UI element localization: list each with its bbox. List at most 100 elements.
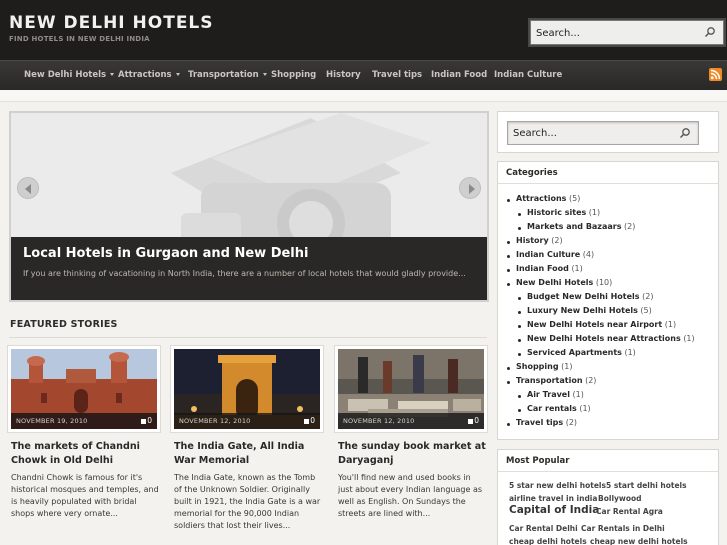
nav-item-transportation[interactable]: Transportation <box>188 61 267 91</box>
slider-prev-arrow[interactable] <box>17 177 39 199</box>
slide-title[interactable]: Local Hotels in Gurgaon and New Delhi <box>23 246 308 261</box>
featured-slider[interactable]: Local Hotels in Gurgaon and New Delhi If… <box>9 111 489 302</box>
story-title[interactable]: The India Gate, All India War Memorial <box>174 440 324 468</box>
chevron-left-icon <box>25 184 31 194</box>
bullet-icon <box>507 423 510 426</box>
story-card: NOVEMBER 12, 2010 0 The India Gate, All … <box>171 346 323 530</box>
category-item[interactable]: Markets and Bazaars (2) <box>527 222 635 231</box>
story-card: NOVEMBER 19, 2010 0 The markets of Chand… <box>8 346 160 518</box>
story-thumbnail[interactable]: NOVEMBER 19, 2010 0 <box>8 346 160 432</box>
story-title[interactable]: The markets of Chandni Chowk in Old Delh… <box>11 440 161 468</box>
site-title[interactable]: NEW DELHI HOTELS <box>9 13 214 33</box>
main-nav: New Delhi Hotels Attractions Transportat… <box>0 60 727 90</box>
story-date: NOVEMBER 12, 2010 <box>179 417 251 425</box>
story-excerpt: Chandni Chowk is famous for it's histori… <box>11 473 159 518</box>
rss-icon[interactable] <box>709 68 722 81</box>
bullet-icon <box>518 339 521 342</box>
search-icon[interactable] <box>679 127 691 139</box>
bullet-icon <box>507 381 510 384</box>
bullet-icon <box>507 269 510 272</box>
nav-item-indian-culture[interactable]: Indian Culture <box>494 61 562 91</box>
slide-excerpt: If you are thinking of vacationing in No… <box>23 269 466 278</box>
categories-widget: Categories Attractions (5) Historic sites… <box>497 161 719 440</box>
comment-count[interactable]: 0 <box>141 416 152 425</box>
bullet-icon <box>507 367 510 370</box>
categories-title: Categories <box>498 162 718 184</box>
category-item[interactable]: Indian Culture (4) <box>516 250 594 259</box>
chevron-down-icon <box>110 73 115 76</box>
story-meta-bar: NOVEMBER 12, 2010 0 <box>174 413 320 429</box>
sidebar-search-input[interactable] <box>507 121 699 145</box>
story-card: NOVEMBER 12, 2010 0 The sunday book mark… <box>335 346 487 518</box>
story-meta-bar: NOVEMBER 19, 2010 0 <box>11 413 157 429</box>
category-item[interactable]: Air Travel (1) <box>527 390 584 399</box>
site-tagline: FIND HOTELS IN NEW DELHI INDIA <box>9 35 150 43</box>
slide-caption: Local Hotels in Gurgaon and New Delhi If… <box>11 237 487 300</box>
nav-item-travel-tips[interactable]: Travel tips <box>372 61 422 91</box>
comment-icon <box>141 418 147 424</box>
popular-tag[interactable]: cheap new delhi hotels <box>590 537 688 545</box>
bullet-icon <box>518 227 521 230</box>
popular-tag[interactable]: Car Rental Agra <box>596 507 663 516</box>
category-item[interactable]: Transportation (2) <box>516 376 596 385</box>
category-item[interactable]: Travel tips (2) <box>516 418 577 427</box>
bullet-icon <box>507 199 510 202</box>
category-item[interactable]: Budget New Delhi Hotels (2) <box>527 292 653 301</box>
nav-item-shopping[interactable]: Shopping <box>271 61 316 91</box>
popular-tag[interactable]: airline travel in india <box>509 494 597 503</box>
category-item[interactable]: Shopping (1) <box>516 362 572 371</box>
nav-item-indian-food[interactable]: Indian Food <box>431 61 487 91</box>
popular-tag[interactable]: Car Rental Delhi <box>509 524 578 533</box>
story-title[interactable]: The sunday book market at Daryaganj <box>338 440 488 468</box>
comment-icon <box>468 418 474 424</box>
category-item[interactable]: Historic sites (1) <box>527 208 600 217</box>
bullet-icon <box>518 353 521 356</box>
popular-tag[interactable]: 5 start delhi hotels <box>606 481 687 490</box>
popular-tag[interactable]: cheap delhi hotels <box>509 537 587 545</box>
category-item[interactable]: New Delhi Hotels (10) <box>516 278 612 287</box>
chevron-down-icon <box>262 73 267 76</box>
bullet-icon <box>518 325 521 328</box>
bullet-icon <box>518 395 521 398</box>
category-item[interactable]: Serviced Apartments (1) <box>527 348 636 357</box>
bullet-icon <box>507 241 510 244</box>
header-search-input[interactable] <box>531 22 699 45</box>
category-item[interactable]: Indian Food (1) <box>516 264 583 273</box>
featured-stories-heading: FEATURED STORIES <box>10 319 118 330</box>
header-search-box <box>530 20 724 45</box>
story-date: NOVEMBER 12, 2010 <box>343 417 415 425</box>
story-meta-bar: NOVEMBER 12, 2010 0 <box>338 413 484 429</box>
story-excerpt: The India Gate, known as the Tomb of the… <box>174 473 321 530</box>
site-header: NEW DELHI HOTELS FIND HOTELS IN NEW DELH… <box>0 0 727 60</box>
bullet-icon <box>518 311 521 314</box>
category-item[interactable]: Attractions (5) <box>516 194 580 203</box>
slider-next-arrow[interactable] <box>459 177 481 199</box>
category-item[interactable]: New Delhi Hotels near Attractions (1) <box>527 334 695 343</box>
story-thumbnail[interactable]: NOVEMBER 12, 2010 0 <box>171 346 323 432</box>
popular-tag[interactable]: Capital of India <box>509 504 599 516</box>
comment-count[interactable]: 0 <box>304 416 315 425</box>
bullet-icon <box>507 255 510 258</box>
sidebar-search-widget <box>497 111 719 153</box>
nav-item-new-delhi-hotels[interactable]: New Delhi Hotels <box>24 61 115 91</box>
nav-item-history[interactable]: History <box>326 61 361 91</box>
nav-shadow-strip <box>0 90 727 102</box>
bullet-icon <box>518 297 521 300</box>
nav-item-attractions[interactable]: Attractions <box>118 61 180 91</box>
most-popular-title: Most Popular <box>498 450 718 472</box>
popular-tag[interactable]: Bollywood <box>598 494 642 503</box>
category-item[interactable]: Car rentals (1) <box>527 404 591 413</box>
story-thumbnail[interactable]: NOVEMBER 12, 2010 0 <box>335 346 487 432</box>
category-item[interactable]: History (2) <box>516 236 563 245</box>
comment-count[interactable]: 0 <box>468 416 479 425</box>
popular-tag[interactable]: 5 star new delhi hotels <box>509 481 606 490</box>
search-icon[interactable] <box>704 26 716 38</box>
category-item[interactable]: New Delhi Hotels near Airport (1) <box>527 320 676 329</box>
section-divider <box>9 337 487 338</box>
popular-tag[interactable]: Car Rentals in Delhi <box>581 524 665 533</box>
chevron-down-icon <box>175 73 180 76</box>
comment-icon <box>304 418 310 424</box>
category-item[interactable]: Luxury New Delhi Hotels (5) <box>527 306 652 315</box>
story-excerpt: You'll find new and used books in just a… <box>338 473 483 518</box>
chevron-right-icon <box>469 184 475 194</box>
